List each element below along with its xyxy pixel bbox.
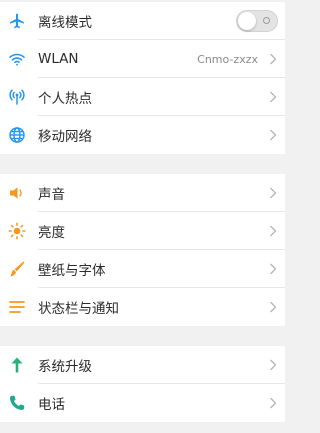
chevron-right-icon: [269, 397, 277, 409]
chevron-right-icon: [269, 91, 277, 103]
setting-status-bar-notifications[interactable]: 状态栏与通知: [0, 288, 285, 326]
globe-icon: [7, 125, 27, 145]
section-gap: [0, 154, 285, 174]
toggle-off-mark: [263, 17, 270, 24]
setting-phone[interactable]: 电话: [0, 384, 285, 422]
brush-icon: [7, 259, 27, 279]
settings-screen: 离线模式 WLAN Cnmo-zxzx 个人热点 移动网络 声音 亮度 壁纸与字…: [0, 0, 285, 433]
chevron-right-icon: [269, 129, 277, 141]
setting-label: 离线模式: [38, 15, 92, 31]
setting-label: 个人热点: [38, 91, 92, 107]
settings-group-system: 系统升级 电话: [0, 346, 285, 422]
hotspot-icon: [7, 87, 27, 107]
setting-brightness[interactable]: 亮度: [0, 212, 285, 250]
settings-group-network: 离线模式 WLAN Cnmo-zxzx 个人热点 移动网络: [0, 2, 285, 154]
setting-mobile-network[interactable]: 移动网络: [0, 116, 285, 154]
speaker-icon: [7, 183, 27, 203]
section-gap: [0, 326, 285, 346]
settings-group-display: 声音 亮度 壁纸与字体 状态栏与通知: [0, 174, 285, 326]
setting-label: 状态栏与通知: [38, 301, 119, 317]
setting-label: 电话: [38, 397, 65, 413]
upgrade-arrow-icon: [7, 355, 27, 375]
wlan-network-name: Cnmo-zxzx: [197, 52, 258, 66]
toggle-knob: [238, 12, 256, 30]
setting-wlan[interactable]: WLAN Cnmo-zxzx: [0, 40, 285, 78]
setting-label: 亮度: [38, 225, 65, 241]
chevron-right-icon: [269, 263, 277, 275]
setting-label: 壁纸与字体: [38, 263, 106, 279]
chevron-right-icon: [269, 359, 277, 371]
setting-system-upgrade[interactable]: 系统升级: [0, 346, 285, 384]
chevron-right-icon: [269, 225, 277, 237]
chevron-right-icon: [269, 53, 277, 65]
setting-label: 系统升级: [38, 359, 92, 375]
phone-icon: [7, 393, 27, 413]
setting-personal-hotspot[interactable]: 个人热点: [0, 78, 285, 116]
setting-label: 移动网络: [38, 129, 92, 145]
setting-sound[interactable]: 声音: [0, 174, 285, 212]
airplane-icon: [7, 11, 27, 31]
setting-label: WLAN: [38, 51, 79, 67]
setting-wallpaper-font[interactable]: 壁纸与字体: [0, 250, 285, 288]
airplane-mode-toggle[interactable]: [236, 10, 278, 32]
setting-airplane-mode[interactable]: 离线模式: [0, 2, 285, 40]
menu-lines-icon: [7, 297, 27, 317]
wifi-icon: [7, 49, 27, 69]
setting-label: 声音: [38, 187, 65, 203]
brightness-icon: [7, 221, 27, 241]
chevron-right-icon: [269, 187, 277, 199]
chevron-right-icon: [269, 301, 277, 313]
